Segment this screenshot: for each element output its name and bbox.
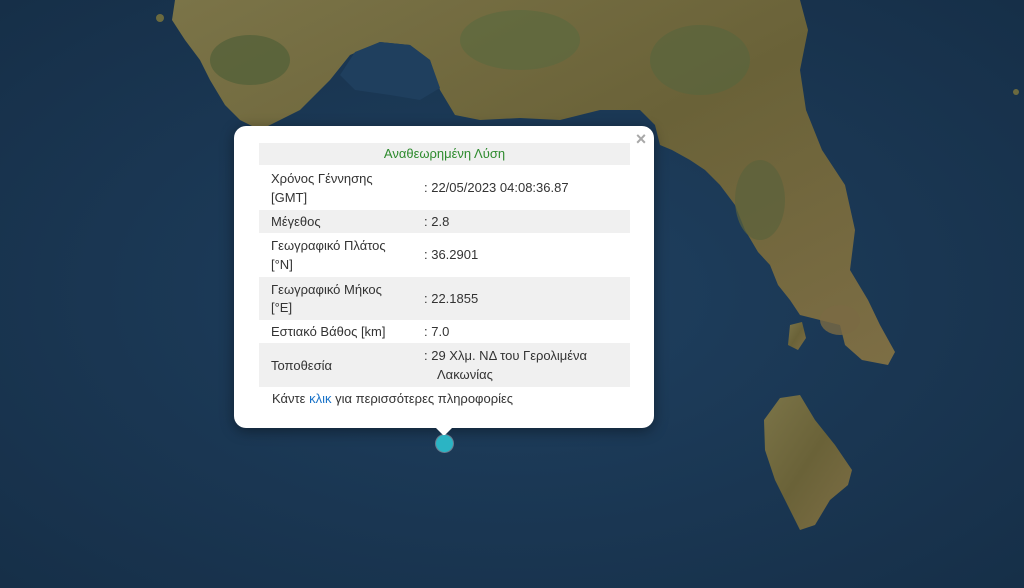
vegetation — [460, 10, 580, 70]
depth-row: Εστιακό Βάθος [km] : 7.0 — [259, 320, 630, 342]
magnitude-label: Μέγεθος — [271, 214, 321, 229]
origin-time-value: : 22/05/2023 04:08:36.87 — [424, 180, 569, 195]
location-value-line1: : 29 Χλμ. ΝΔ του Γερολιμένα — [424, 348, 588, 363]
islet — [156, 14, 164, 22]
longitude-row: Γεωγραφικό Μήκος [°E] : 22.1855 — [259, 277, 630, 320]
vegetation — [820, 305, 860, 335]
depth-value: : 7.0 — [424, 324, 450, 339]
longitude-label-line2: [°E] — [271, 300, 293, 315]
more-info-link[interactable]: κλικ — [309, 391, 331, 406]
islet — [1013, 89, 1019, 95]
earthquake-epicenter-marker[interactable] — [436, 435, 453, 452]
latitude-row: Γεωγραφικό Πλάτος [°N] : 36.2901 — [259, 233, 630, 277]
vegetation — [735, 160, 785, 240]
more-info-suffix: για περισσότερες πληροφορίες — [331, 391, 514, 406]
latitude-value: : 36.2901 — [424, 247, 479, 262]
vegetation — [650, 25, 750, 95]
popup-header: Αναθεωρημένη Λύση — [259, 143, 630, 165]
location-row: Τοποθεσία : 29 Χλμ. ΝΔ του Γερολιμένα Λα… — [259, 343, 630, 387]
location-label: Τοποθεσία — [271, 358, 333, 373]
location-value-line2: Λακωνίας — [437, 367, 493, 382]
magnitude-value: : 2.8 — [424, 214, 450, 229]
origin-time-row: Χρόνος Γέννησης [GMT] : 22/05/2023 04:08… — [259, 166, 630, 210]
more-info-prefix: Κάντε — [272, 391, 310, 406]
origin-time-label-line1: Χρόνος Γέννησης — [271, 171, 373, 186]
magnitude-row: Μέγεθος : 2.8 — [259, 210, 630, 233]
latitude-label-line2: [°N] — [271, 257, 293, 272]
latitude-label-line1: Γεωγραφικό Πλάτος — [271, 238, 386, 253]
depth-label: Εστιακό Βάθος [km] — [271, 324, 386, 339]
close-icon[interactable]: × — [632, 130, 650, 148]
origin-time-label-line2: [GMT] — [271, 190, 308, 205]
longitude-value: : 22.1855 — [424, 291, 479, 306]
more-info-text: Κάντε κλικ για περισσότερες πληροφορίες — [272, 390, 513, 408]
longitude-label-line1: Γεωγραφικό Μήκος — [271, 282, 382, 297]
vegetation — [210, 35, 290, 85]
